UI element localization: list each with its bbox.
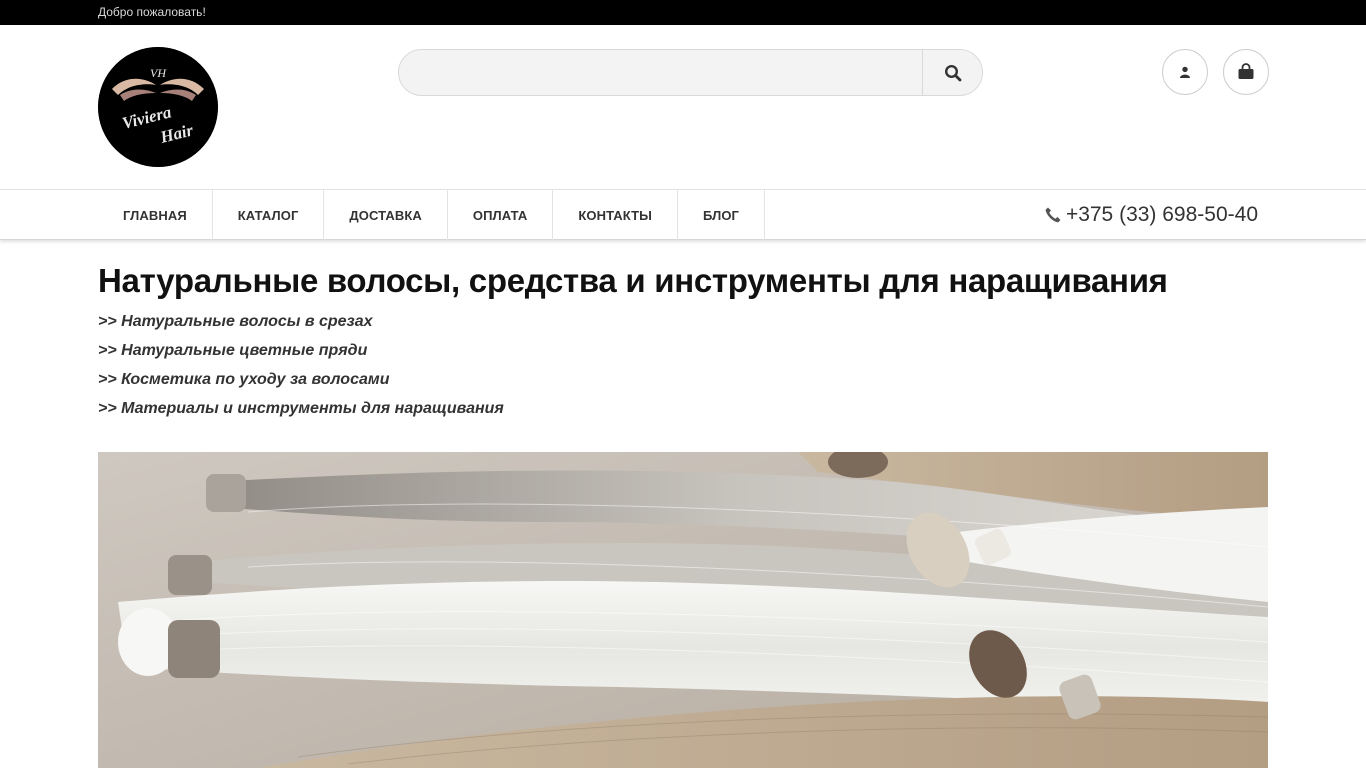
category-link-cosmetics[interactable]: >> Косметика по уходу за волосами	[98, 369, 1268, 398]
top-bar: Добро пожаловать!	[0, 0, 1366, 25]
phone-icon	[1044, 206, 1062, 224]
logo-graphic: VH Viviera Hair	[98, 47, 218, 167]
search-icon	[944, 64, 961, 81]
user-icon	[1180, 66, 1190, 78]
cart-button[interactable]	[1223, 49, 1269, 95]
nav-item-catalog[interactable]: КАТАЛОГ	[213, 190, 325, 240]
nav-item-delivery[interactable]: ДОСТАВКА	[324, 190, 448, 240]
main-nav: ГЛАВНАЯ КАТАЛОГ ДОСТАВКА ОПЛАТА КОНТАКТЫ…	[0, 189, 1366, 240]
logo-monogram: VH	[150, 66, 167, 80]
welcome-text: Добро пожаловать!	[98, 5, 206, 19]
phone-contact[interactable]: +375 (33) 698-50-40	[1044, 190, 1258, 240]
shopping-bag-icon	[1238, 63, 1254, 79]
page-title: Натуральные волосы, средства и инструмен…	[98, 262, 1168, 299]
main-content: Натуральные волосы, средства и инструмен…	[98, 260, 1268, 427]
category-link-hair-cuts[interactable]: >> Натуральные волосы в срезах	[98, 311, 1268, 340]
nav-item-payment[interactable]: ОПЛАТА	[448, 190, 554, 240]
nav-item-home[interactable]: ГЛАВНАЯ	[98, 190, 213, 240]
hero-banner-image[interactable]	[98, 452, 1268, 768]
nav-item-blog[interactable]: БЛОГ	[678, 190, 766, 240]
site-logo[interactable]: VH Viviera Hair	[98, 47, 218, 167]
hair-bundles-photo	[98, 452, 1268, 768]
search-button[interactable]	[922, 50, 982, 95]
header: VH Viviera Hair	[0, 25, 1366, 189]
nav-item-contacts[interactable]: КОНТАКТЫ	[553, 190, 678, 240]
category-link-tools[interactable]: >> Материалы и инструменты для наращиван…	[98, 398, 1268, 427]
search-box	[398, 49, 983, 96]
nav-menu: ГЛАВНАЯ КАТАЛОГ ДОСТАВКА ОПЛАТА КОНТАКТЫ…	[98, 190, 766, 240]
account-button[interactable]	[1162, 49, 1208, 95]
search-input[interactable]	[399, 50, 923, 95]
phone-number: +375 (33) 698-50-40	[1065, 203, 1258, 226]
category-link-color-strands[interactable]: >> Натуральные цветные пряди	[98, 340, 1268, 369]
category-links: >> Натуральные волосы в срезах >> Натура…	[98, 311, 1268, 427]
